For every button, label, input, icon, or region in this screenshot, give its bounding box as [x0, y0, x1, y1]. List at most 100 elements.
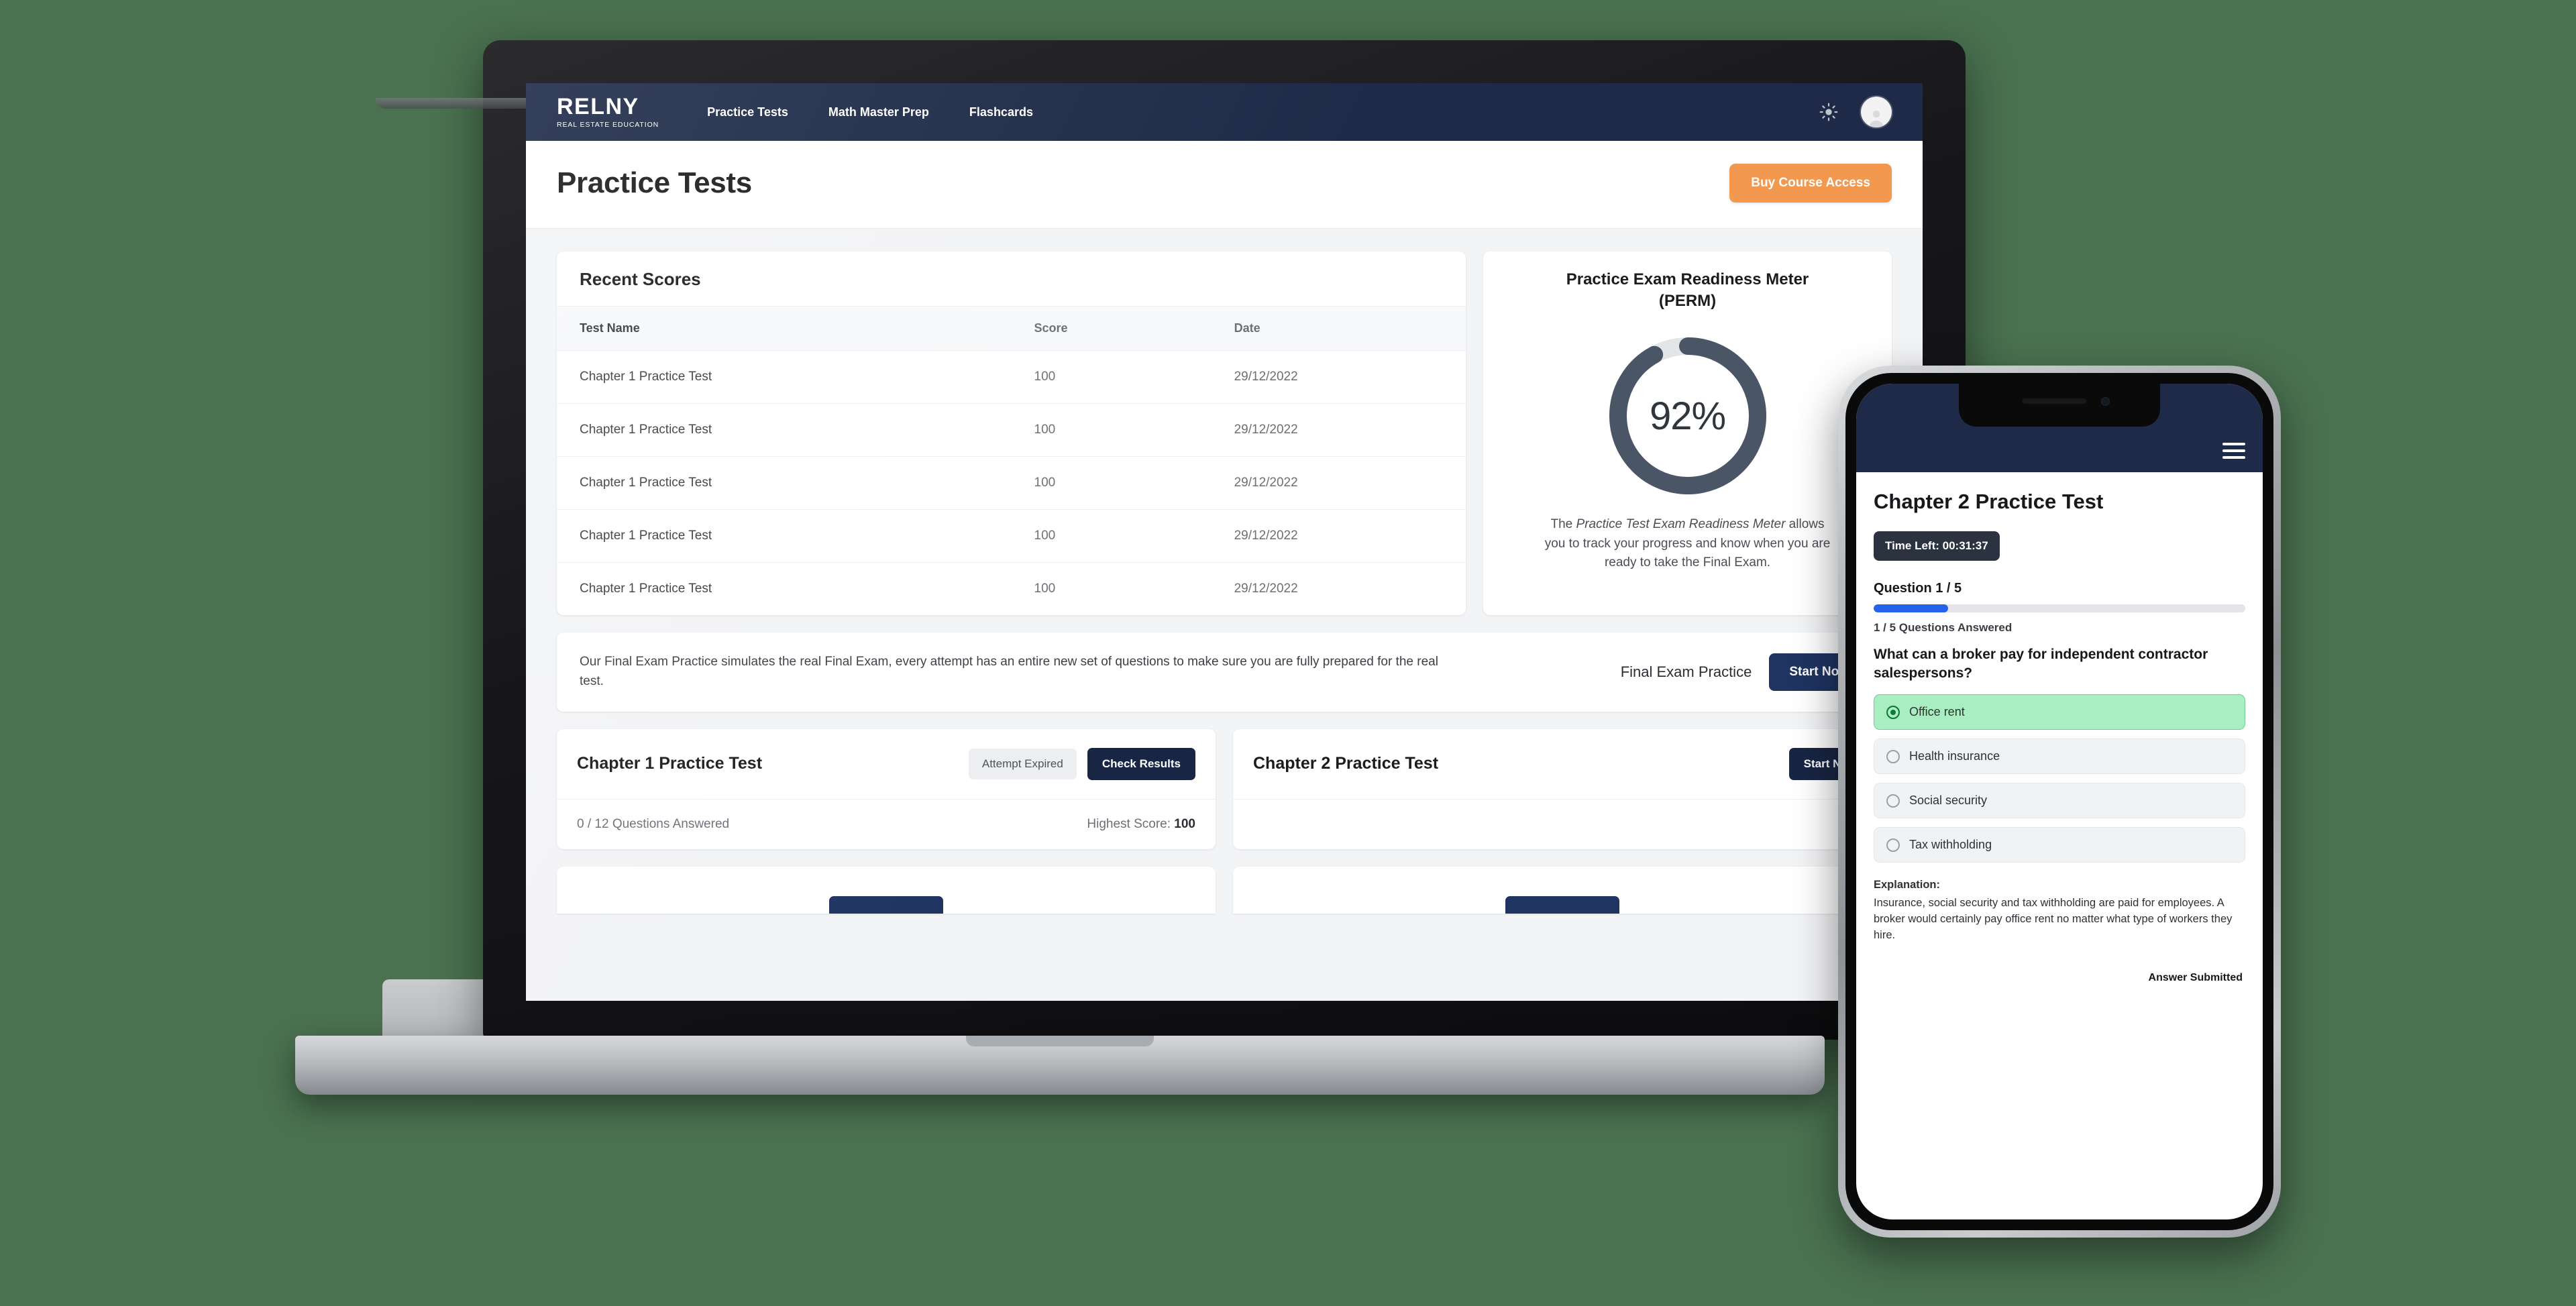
- answer-option-label: Health insurance: [1909, 749, 2000, 763]
- nav-item-practice-tests[interactable]: Practice Tests: [707, 105, 788, 119]
- laptop-base-notch: [966, 1036, 1154, 1046]
- answer-option-health-insurance[interactable]: Health insurance: [1874, 739, 2245, 775]
- perm-title: Practice Exam Readiness Meter (PERM): [1566, 269, 1809, 311]
- cut-off-action-button[interactable]: [829, 895, 943, 914]
- cell-date: 29/12/2022: [1211, 456, 1466, 510]
- recent-scores-table-header: Test Name Score Date: [557, 306, 1466, 351]
- answer-option-social-security[interactable]: Social security: [1874, 783, 2245, 819]
- timer-badge: Time Left: 00:31:37: [1874, 531, 2000, 561]
- hamburger-menu-icon[interactable]: [2222, 439, 2245, 463]
- phone-notch: [1959, 384, 2160, 427]
- perm-description-emphasis: Practice Test Exam Readiness Meter: [1576, 517, 1786, 532]
- cell-date: 29/12/2022: [1211, 509, 1466, 563]
- perm-donut-chart: 92%: [1601, 329, 1775, 503]
- recent-scores-card: Recent Scores Test Name Score Date Chapt…: [557, 252, 1466, 615]
- table-row[interactable]: Chapter 1 Practice Test 100 29/12/2022: [557, 563, 1466, 616]
- practice-test-title: Chapter 2 Practice Test: [1253, 754, 1439, 773]
- cell-date: 29/12/2022: [1211, 350, 1466, 404]
- status-badge: Attempt Expired: [968, 748, 1077, 779]
- laptop-screen: RELNY REAL ESTATE EDUCATION Practice Tes…: [526, 83, 1923, 1001]
- brand-tagline: REAL ESTATE EDUCATION: [557, 121, 659, 129]
- laptop-lid: RELNY REAL ESTATE EDUCATION Practice Tes…: [483, 40, 1966, 1040]
- mockup-stage: RELNY REAL ESTATE EDUCATION Practice Tes…: [0, 0, 2576, 1306]
- cell-test-name: Chapter 1 Practice Test: [557, 456, 1012, 510]
- final-exam-description: Our Final Exam Practice simulates the re…: [580, 655, 1438, 688]
- page-header: Practice Tests Buy Course Access: [526, 141, 1923, 229]
- practice-test-card-header: Chapter 1 Practice Test Attempt Expired …: [557, 729, 1216, 800]
- table-row[interactable]: Chapter 1 Practice Test 100 29/12/2022: [557, 509, 1466, 563]
- phone-front-camera: [2101, 397, 2110, 406]
- brand-logo[interactable]: RELNY REAL ESTATE EDUCATION: [557, 95, 659, 129]
- answer-option-tax-withholding[interactable]: Tax withholding: [1874, 827, 2245, 863]
- cell-test-name: Chapter 1 Practice Test: [557, 509, 1012, 563]
- app-bar-actions: [1814, 97, 1892, 127]
- practice-test-card-chapter-1: Chapter 1 Practice Test Attempt Expired …: [557, 728, 1216, 849]
- nav-item-math-master-prep[interactable]: Math Master Prep: [828, 105, 929, 119]
- perm-percent-value: 92%: [1649, 394, 1726, 438]
- practice-test-card-footer: 0 / 12 Questions Answered Highest Score:…: [557, 800, 1216, 849]
- brand-name: RELNY: [557, 94, 639, 120]
- cell-score: 100: [1011, 403, 1212, 457]
- cut-off-action-button[interactable]: [1505, 895, 1619, 914]
- answer-option-label: Social security: [1909, 794, 1988, 808]
- question-text: What can a broker pay for independent co…: [1874, 647, 2208, 681]
- page-body: Recent Scores Test Name Score Date Chapt…: [526, 229, 1923, 1001]
- user-avatar-icon[interactable]: [1861, 97, 1892, 127]
- cell-test-name: Chapter 1 Practice Test: [557, 403, 1012, 457]
- cell-score: 100: [1011, 350, 1212, 404]
- phone-frame: Chapter 2 Practice Test Time Left: 00:31…: [1838, 366, 2281, 1238]
- perm-description: The Practice Test Exam Readiness Meter a…: [1544, 515, 1832, 573]
- laptop-base: [295, 1036, 1825, 1095]
- table-row[interactable]: Chapter 1 Practice Test 100 29/12/2022: [557, 403, 1466, 457]
- highest-score-label: Highest Score:: [1087, 816, 1175, 831]
- progress-bar-fill: [1874, 604, 1948, 612]
- table-row[interactable]: Chapter 1 Practice Test 100 29/12/2022: [557, 350, 1466, 404]
- sun-icon[interactable]: [1814, 97, 1843, 127]
- laptop-device: RELNY REAL ESTATE EDUCATION Practice Tes…: [295, 40, 1966, 1095]
- highest-score: Highest Score: 100: [1087, 817, 1195, 832]
- phone-earpiece-speaker: [2022, 398, 2087, 404]
- cell-score: 100: [1011, 456, 1212, 510]
- explanation-heading: Explanation:: [1874, 879, 1941, 891]
- cell-score: 100: [1034, 582, 1056, 596]
- explanation-block: Explanation: Insurance, social security …: [1874, 877, 2245, 944]
- phone-screen: Chapter 2 Practice Test Time Left: 00:31…: [1856, 384, 2263, 1219]
- perm-readiness-card: Practice Exam Readiness Meter (PERM) 92%: [1483, 252, 1892, 615]
- perm-description-prefix: The: [1550, 517, 1576, 532]
- cell-test-name: Chapter 1 Practice Test: [557, 350, 1012, 404]
- cell-date: 29/12/2022: [1234, 582, 1298, 596]
- practice-test-card-header: Chapter 2 Practice Test Start Now: [1233, 729, 1892, 800]
- answer-options-list: Office rent Health insurance Social secu…: [1874, 694, 2245, 863]
- cell-test-name: Chapter 1 Practice Test: [580, 582, 712, 596]
- nav-item-flashcards[interactable]: Flashcards: [969, 105, 1033, 119]
- answer-option-label: Office rent: [1909, 705, 1965, 719]
- phone-test-title: Chapter 2 Practice Test: [1874, 490, 2104, 513]
- table-row[interactable]: Chapter 1 Practice Test 100 29/12/2022: [557, 456, 1466, 510]
- final-exam-actions: Final Exam Practice Start Now: [1621, 653, 1869, 691]
- final-exam-label: Final Exam Practice: [1620, 663, 1752, 680]
- check-results-button[interactable]: Check Results: [1087, 747, 1195, 780]
- answer-option-office-rent[interactable]: Office rent: [1874, 694, 2245, 730]
- recent-scores-table: Test Name Score Date Chapter 1 Practice …: [557, 306, 1466, 615]
- recent-scores-heading: Recent Scores: [580, 269, 701, 289]
- buy-course-access-button[interactable]: Buy Course Access: [1729, 164, 1892, 203]
- cut-off-card: [557, 866, 1216, 914]
- final-exam-practice-strip: Our Final Exam Practice simulates the re…: [557, 633, 1892, 712]
- question-counter: Question 1 / 5: [1874, 581, 1962, 596]
- explanation-body: Insurance, social security and tax withh…: [1874, 897, 2233, 942]
- cell-date: 29/12/2022: [1211, 403, 1466, 457]
- highest-score-value: 100: [1174, 816, 1195, 831]
- practice-test-card-footer: [1233, 800, 1892, 834]
- progress-bar: [1874, 604, 2245, 612]
- recent-scores-table-body: Chapter 1 Practice Test 100 29/12/2022 C…: [557, 350, 1466, 616]
- perm-title-line1: Practice Exam Readiness Meter: [1566, 270, 1809, 288]
- questions-answered-counter: 1 / 5 Questions Answered: [1874, 621, 2012, 634]
- app-top-bar: RELNY REAL ESTATE EDUCATION Practice Tes…: [526, 83, 1923, 141]
- practice-test-title: Chapter 1 Practice Test: [577, 754, 763, 773]
- answer-option-label: Tax withholding: [1909, 838, 1992, 852]
- column-header-test-name: Test Name: [557, 306, 1012, 351]
- dashboard-top-row: Recent Scores Test Name Score Date Chapt…: [557, 252, 1892, 615]
- radio-button-icon: [1886, 705, 1900, 719]
- phone-bezel: Chapter 2 Practice Test Time Left: 00:31…: [1845, 373, 2273, 1230]
- primary-nav: Practice Tests Math Master Prep Flashcar…: [707, 105, 1033, 119]
